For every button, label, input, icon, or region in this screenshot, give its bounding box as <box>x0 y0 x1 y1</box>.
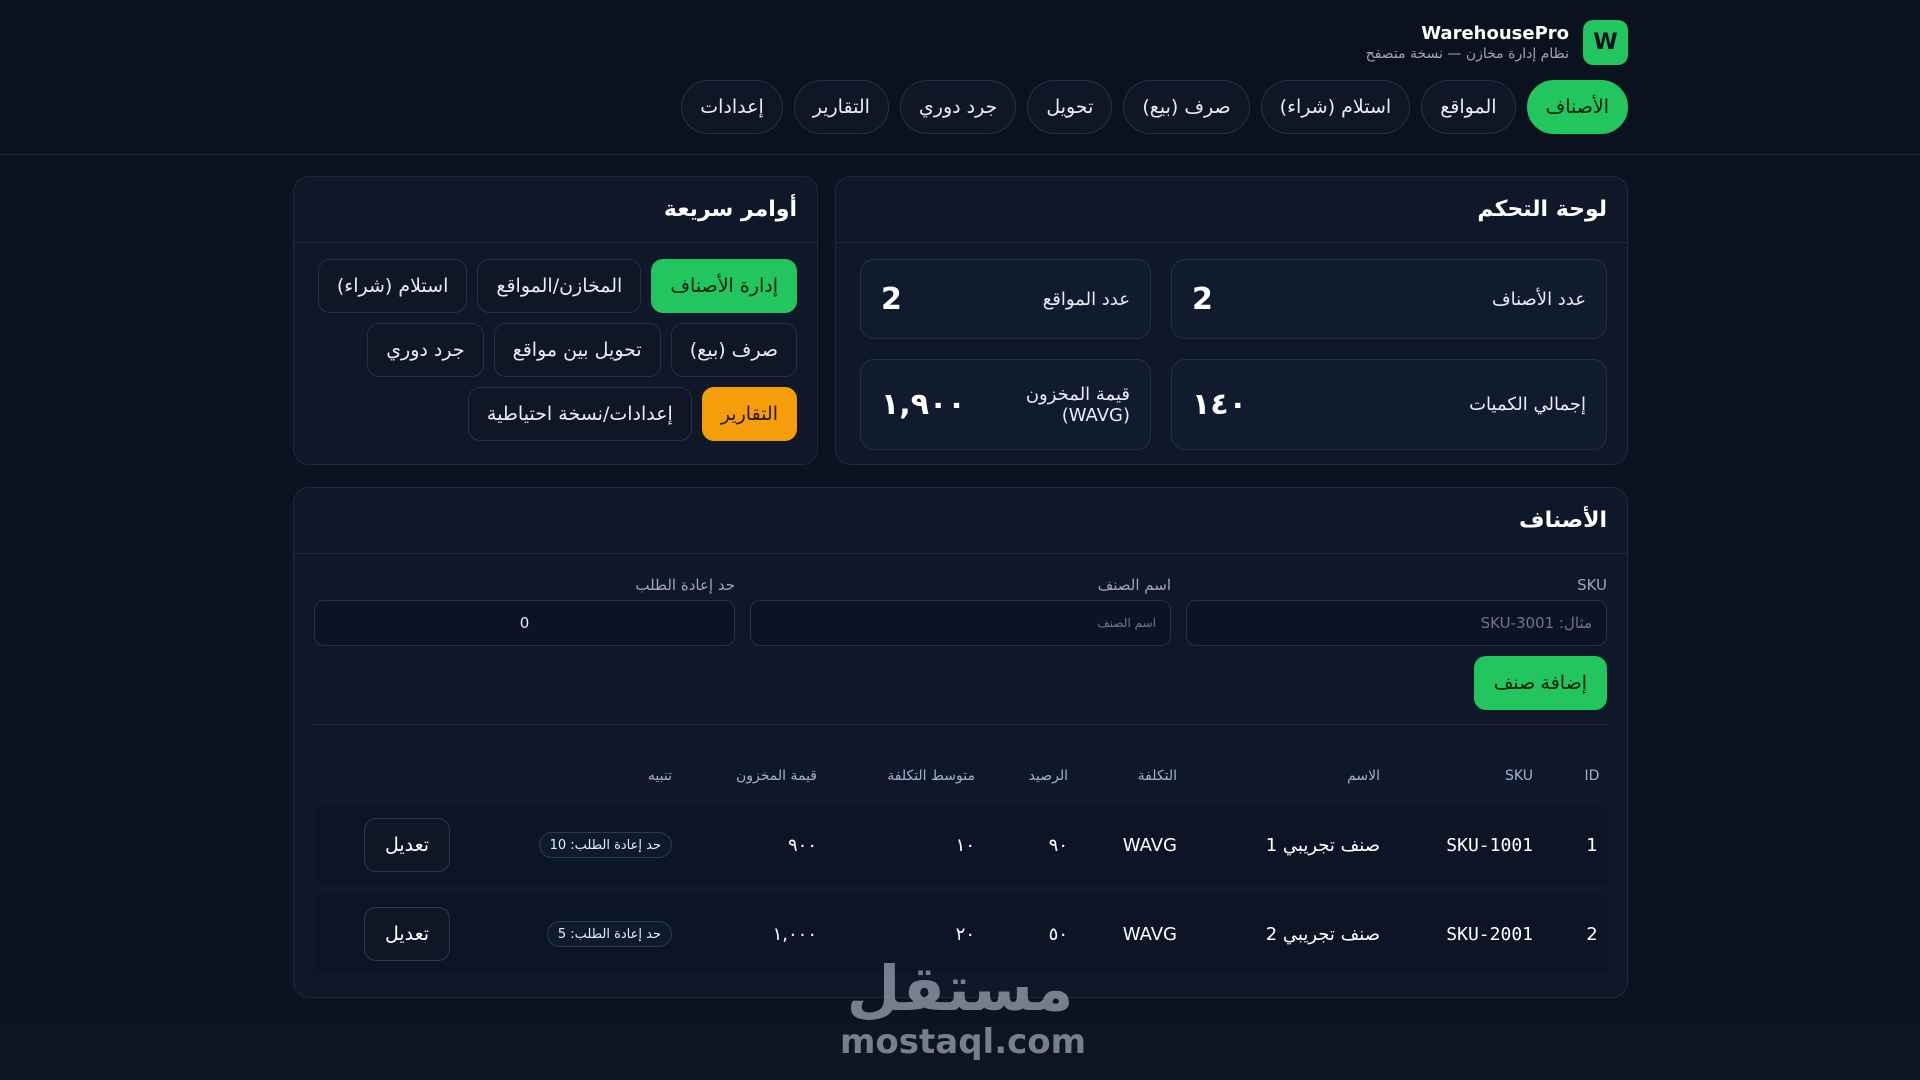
stat-value: 2 <box>1192 281 1213 317</box>
reorder-badge: حد إعادة الطلب: 5 <box>546 921 672 947</box>
top-bar: W WarehousePro نظام إدارة مخازن — نسخة م… <box>0 0 1920 155</box>
cell-sku: SKU-2001 <box>1446 923 1533 945</box>
edit-button[interactable]: تعديل <box>364 907 450 961</box>
nav-tab-transfer[interactable]: تحويل <box>1027 80 1113 134</box>
sku-label: SKU <box>1577 576 1607 594</box>
quick-receive-button[interactable]: استلام (شراء) <box>317 259 468 313</box>
main-nav: الأصناف المواقع استلام (شراء) صرف (بيع) … <box>681 80 1628 134</box>
edit-button[interactable]: تعديل <box>364 818 450 872</box>
nav-tab-receive[interactable]: استلام (شراء) <box>1260 80 1411 134</box>
stat-label: عدد الأصناف <box>1491 288 1586 310</box>
quick-settings-button[interactable]: إعدادات/نسخة احتياطية <box>467 387 692 441</box>
table-header: ID SKU الاسم التكلفة الرصيد متوسط التكلف… <box>314 763 1607 789</box>
column-header-stock-value: قيمة المخزون <box>735 768 817 784</box>
cell-sku: SKU-1001 <box>1446 834 1533 856</box>
cell-balance: ٩٠ <box>1048 834 1068 856</box>
quick-issue-button[interactable]: صرف (بيع) <box>670 323 797 377</box>
sku-input[interactable] <box>1186 600 1607 646</box>
quick-transfer-button[interactable]: تحويل بين مواقع <box>493 323 661 377</box>
quick-reports-button[interactable]: التقارير <box>701 387 797 441</box>
column-header-alert: تنبيه <box>647 768 672 784</box>
dashboard-title: لوحة التحكم <box>836 177 1627 243</box>
brand-text: WarehousePro نظام إدارة مخازن — نسخة متص… <box>1366 23 1569 62</box>
stat-locations-count: عدد المواقع 2 <box>860 259 1151 339</box>
cell-stock-value: ٩٠٠ <box>787 834 817 856</box>
brand: W WarehousePro نظام إدارة مخازن — نسخة م… <box>1366 20 1628 65</box>
nav-tab-count[interactable]: جرد دوري <box>899 80 1017 134</box>
nav-tab-settings[interactable]: إعدادات <box>681 80 783 134</box>
app-logo: W <box>1583 20 1628 65</box>
quick-row: إدارة الأصناف المخازن/المواقع استلام (شر… <box>317 259 797 313</box>
cell-stock-value: ١,٠٠٠ <box>772 923 817 945</box>
cell-actions: تعديل <box>347 894 467 974</box>
cell-avg-cost: ١٠ <box>955 834 975 856</box>
name-field: اسم الصنف <box>750 576 1171 646</box>
column-header-cost: التكلفة <box>1137 768 1177 784</box>
cell-actions: تعديل <box>347 805 467 885</box>
stat-total-qty: إجمالي الكميات ١٤٠ <box>1171 359 1607 450</box>
cell-name: صنف تجريبي 1 <box>1265 834 1380 856</box>
name-label: اسم الصنف <box>1097 576 1171 594</box>
nav-tab-reports[interactable]: التقارير <box>793 80 889 134</box>
nav-tab-issue[interactable]: صرف (بيع) <box>1123 80 1250 134</box>
column-header-avg-cost: متوسط التكلفة <box>887 768 975 784</box>
reorder-label: حد إعادة الطلب <box>635 576 735 594</box>
dashboard-card: لوحة التحكم عدد الأصناف 2 عدد المواقع 2 … <box>835 176 1628 465</box>
quick-row: صرف (بيع) تحويل بين مواقع جرد دوري <box>367 323 797 377</box>
stat-label: عدد المواقع <box>1042 288 1130 310</box>
items-card: الأصناف SKU اسم الصنف حد إعادة الطلب إضا… <box>293 487 1628 998</box>
column-header-balance: الرصيد <box>1028 768 1068 784</box>
watermark-logo: مستقل mostaql.com <box>840 952 1087 1062</box>
sku-field: SKU <box>1186 576 1607 646</box>
divider <box>314 724 1607 725</box>
name-input[interactable] <box>750 600 1171 646</box>
items-title: الأصناف <box>294 488 1627 554</box>
quick-warehouses-button[interactable]: المخازن/المواقع <box>477 259 642 313</box>
add-item-button[interactable]: إضافة صنف <box>1473 656 1607 710</box>
table-row: 1 SKU-1001 صنف تجريبي 1 WAVG ٩٠ ١٠ ٩٠٠ ح… <box>314 805 1607 885</box>
reorder-input[interactable] <box>314 600 735 646</box>
cell-name: صنف تجريبي 2 <box>1265 923 1380 945</box>
stat-value: ١٤٠ <box>1192 387 1247 422</box>
quick-count-button[interactable]: جرد دوري <box>367 323 484 377</box>
reorder-field: حد إعادة الطلب <box>314 576 735 646</box>
app-title: WarehousePro <box>1421 23 1569 44</box>
quick-items-button[interactable]: إدارة الأصناف <box>651 259 797 313</box>
stat-value: 2 <box>881 281 902 317</box>
cell-id: 2 <box>1586 923 1598 945</box>
watermark-latin: mostaql.com <box>840 1022 1087 1062</box>
cell-alert: حد إعادة الطلب: 5 <box>472 894 672 974</box>
stat-value: ١,٩٠٠ <box>881 387 966 422</box>
watermark-arabic: مستقل <box>846 952 1074 1025</box>
reorder-badge: حد إعادة الطلب: 10 <box>538 832 672 858</box>
column-header-name: الاسم <box>1347 768 1380 784</box>
column-header-id: ID <box>1584 768 1600 784</box>
app-subtitle: نظام إدارة مخازن — نسخة متصفح <box>1365 46 1569 62</box>
quick-commands-title: أوامر سريعة <box>294 177 817 243</box>
stat-label: إجمالي الكميات <box>1469 394 1586 415</box>
cell-alert: حد إعادة الطلب: 10 <box>472 805 672 885</box>
cell-cost: WAVG <box>1122 834 1177 856</box>
cell-id: 1 <box>1586 834 1598 856</box>
stat-items-count: عدد الأصناف 2 <box>1171 259 1607 339</box>
quick-row: التقارير إعدادات/نسخة احتياطية <box>467 387 797 441</box>
nav-tab-items[interactable]: الأصناف <box>1526 80 1628 134</box>
column-header-sku: SKU <box>1505 768 1533 784</box>
cell-cost: WAVG <box>1122 923 1177 945</box>
stat-label: قيمة المخزون (WAVG) <box>1025 383 1130 426</box>
stat-stock-value: قيمة المخزون (WAVG) ١,٩٠٠ <box>860 359 1151 450</box>
nav-tab-locations[interactable]: المواقع <box>1421 80 1516 134</box>
quick-commands-card: أوامر سريعة إدارة الأصناف المخازن/المواق… <box>293 176 818 465</box>
